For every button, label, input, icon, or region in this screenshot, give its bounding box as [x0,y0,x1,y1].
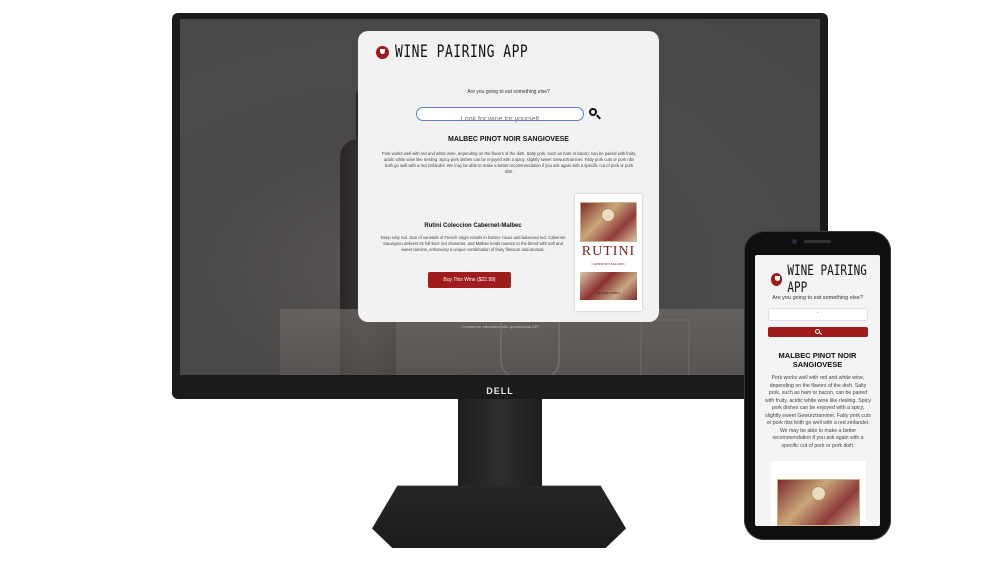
front-camera [792,239,797,244]
pairing-title: MALBEC PINOT NOIR SANGIOVESE [448,136,569,143]
wine-description: Deep ruby red. Duo of varietals of Frenc… [380,235,566,252]
wine-label-art-bottom [580,272,637,300]
search-input[interactable] [417,113,583,126]
desktop-screen: WINE PAIRING APP Are you going to eat so… [180,19,820,375]
wine-name: Rutini Coleccion Cabernet-Malbec [424,223,522,229]
mobile-search-button[interactable] [768,327,868,337]
footer-credit: Created for education with spoonacular A… [461,324,539,329]
wine-glass-logo-icon [376,46,389,59]
search-field[interactable] [416,107,584,126]
mobile-search-input[interactable] [768,308,868,321]
mobile-pairing-title: MALBEC PINOT NOIR SANGIOVESE [778,351,857,369]
mobile-app-header: WINE PAIRING APP [771,262,880,296]
mobile-wine-label-image [771,461,866,526]
monitor-stand-neck [458,399,542,495]
desktop-monitor: WINE PAIRING APP Are you going to eat so… [172,13,828,399]
mobile-pairing-text: Pork works well with red and white wine,… [765,375,871,449]
wine-label-emblem [601,208,615,222]
question-text: Are you going to eat something else? [467,89,550,95]
dell-logo: DELL [486,386,514,396]
search-button[interactable] [588,107,602,121]
mobile-question-text: Are you going to eat something else? [772,295,863,301]
search-icon-handle [596,114,601,120]
mobile-app-title: WINE PAIRING APP [787,262,867,296]
mobile-wine-label-emblem [811,486,826,501]
pairing-text: Pork works well with red and white wine,… [381,151,637,174]
mobile-phone: WINE PAIRING APP Are you going to eat so… [744,231,891,540]
app-header: WINE PAIRING APP [376,42,529,63]
wine-label-variety: CABERNET-MALBEC [591,262,626,266]
app-title: WINE PAIRING APP [395,42,529,63]
wine-label-brand: RUTINI [581,244,636,259]
mockup-stage: WINE PAIRING APP Are you going to eat so… [0,0,1000,563]
wine-label-image: RUTINI CABERNET-MALBEC RUTINI WINES [575,194,642,311]
wine-glass-logo-icon [771,272,783,286]
search-icon-handle [818,332,823,336]
mobile-screen: WINE PAIRING APP Are you going to eat so… [755,255,880,526]
earpiece-speaker [804,240,831,243]
buy-wine-button[interactable]: Buy This Wine ($22.99) [428,272,511,288]
app-card: WINE PAIRING APP Are you going to eat so… [358,31,659,322]
wine-label-footer: RUTINI WINES [596,291,621,295]
